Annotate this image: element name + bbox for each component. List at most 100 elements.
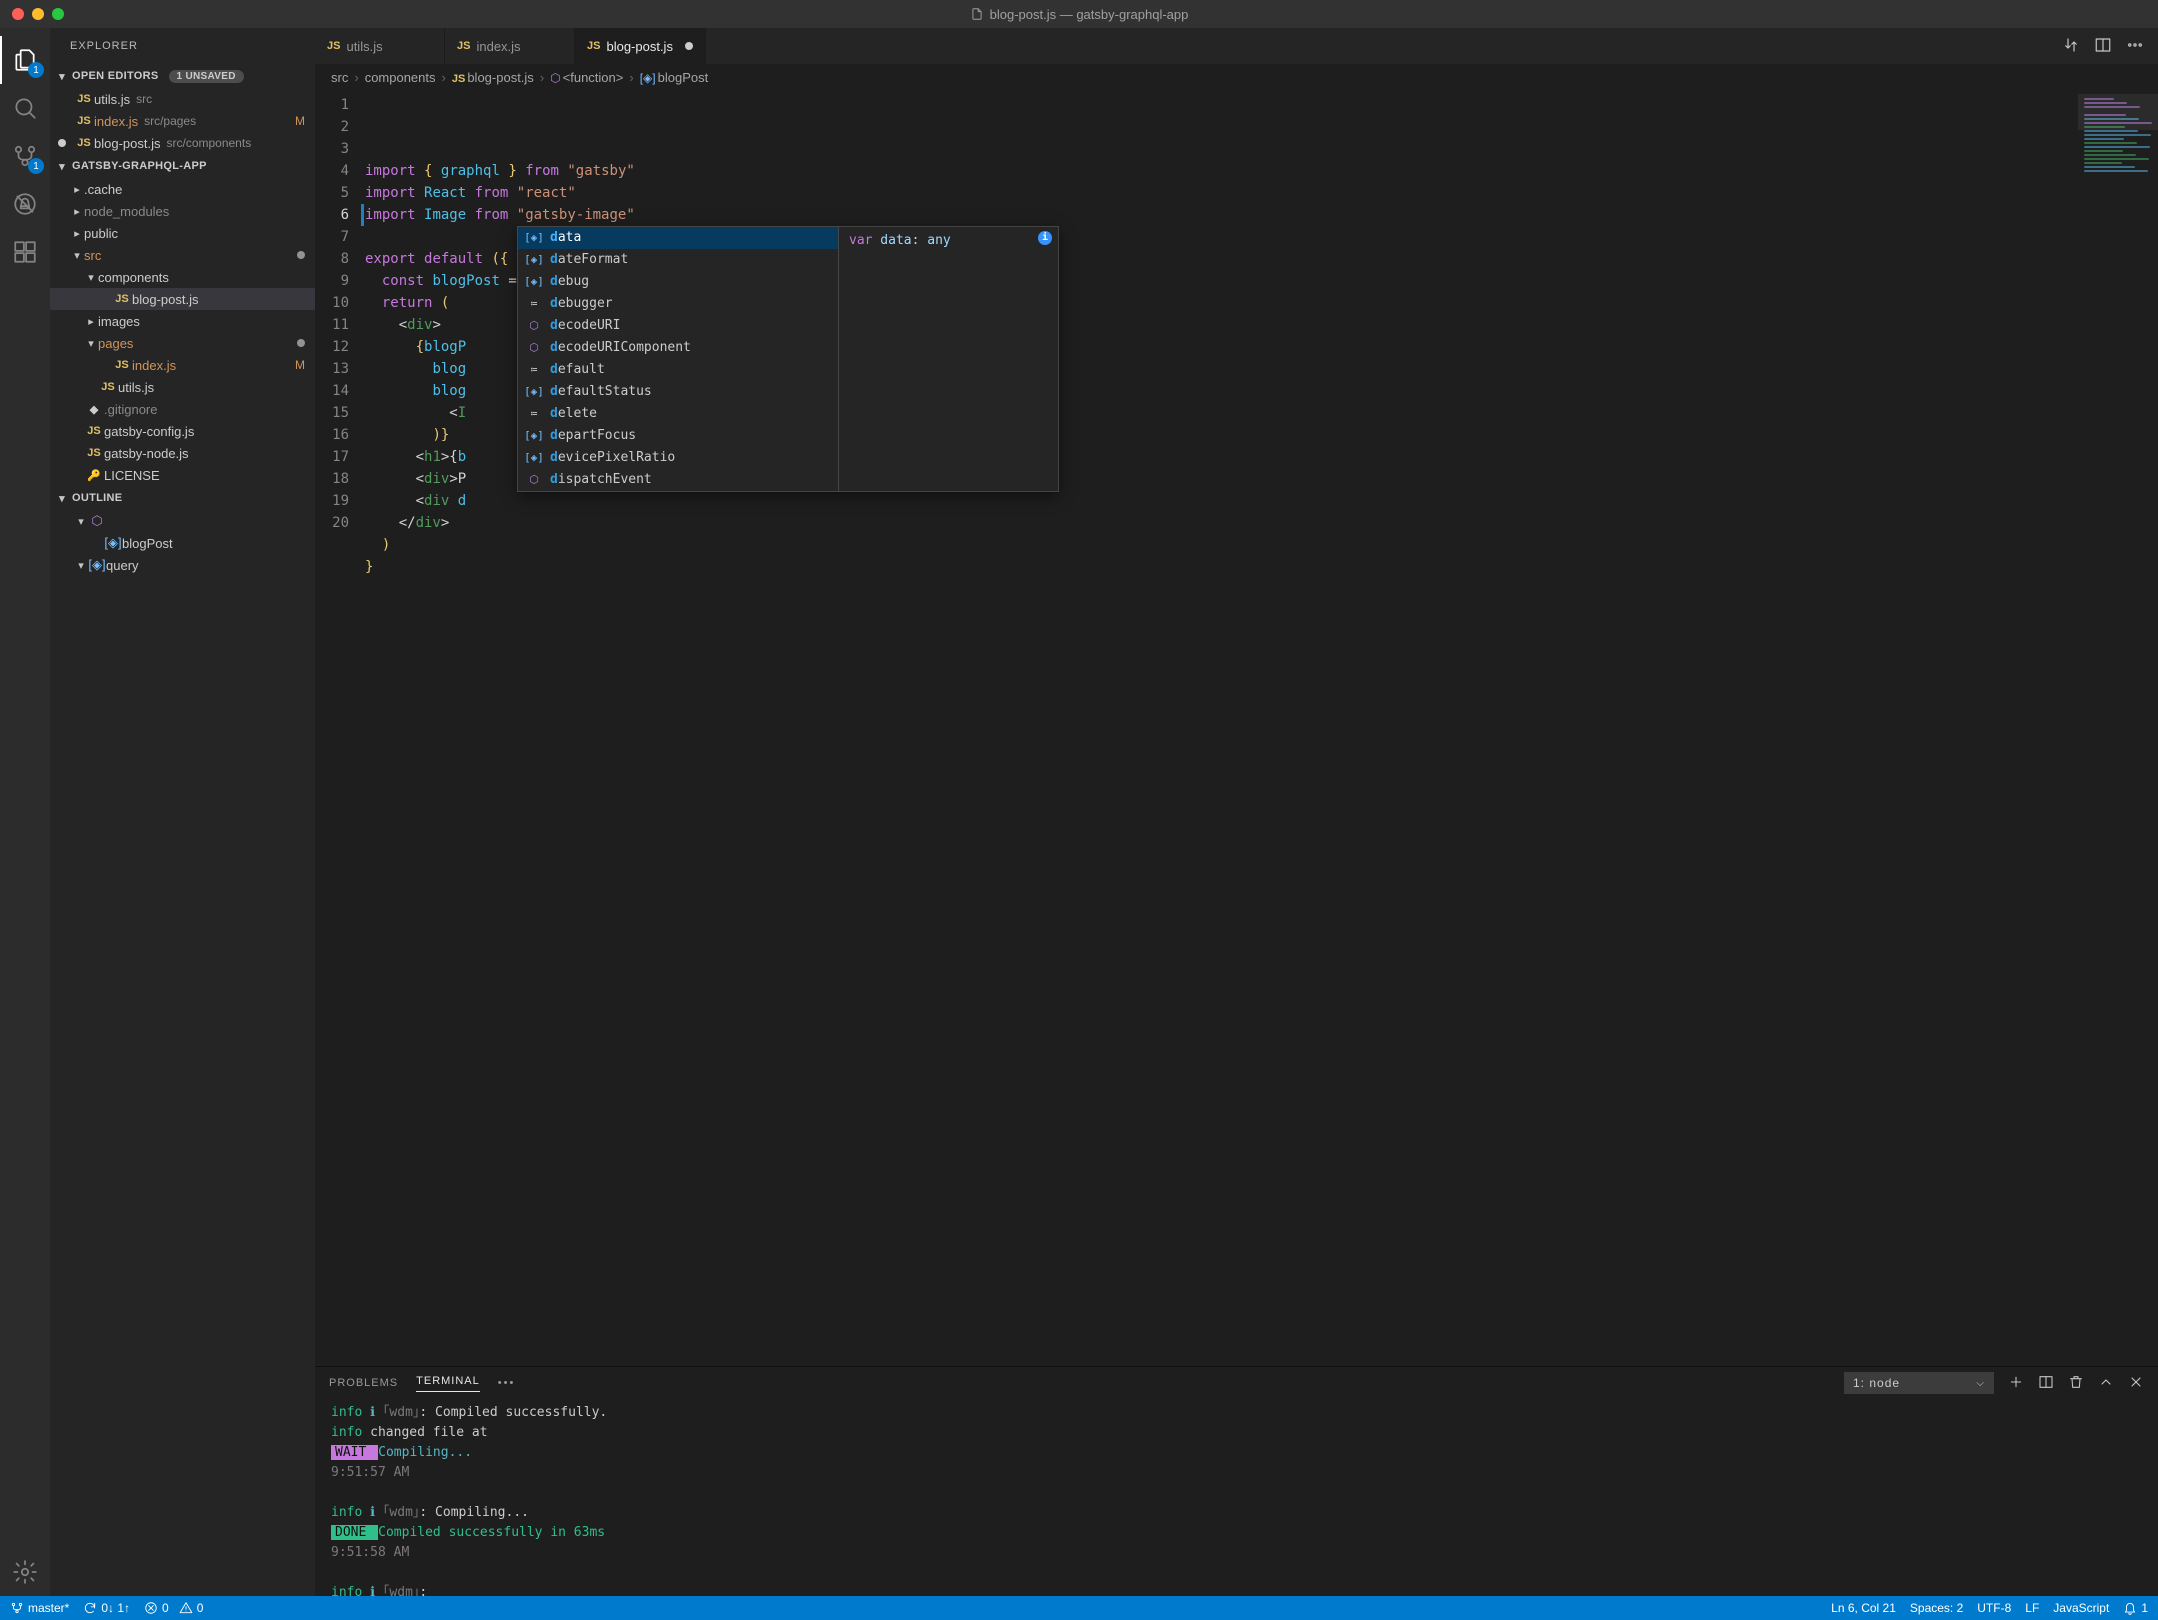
suggest-item[interactable]: ⬡dispatchEvent (518, 469, 838, 491)
workspace-header[interactable]: ▾ GATSBY-GRAPHQL-APP (50, 154, 315, 178)
outline-header[interactable]: ▾ OUTLINE (50, 486, 315, 510)
split-terminal-button[interactable] (2038, 1374, 2054, 1393)
suggest-item[interactable]: [◈]departFocus (518, 425, 838, 447)
outline-item[interactable]: ▾[◈]query (50, 554, 315, 576)
code-line[interactable]: import { graphql } from "gatsby" (365, 160, 2078, 182)
status-feedback[interactable]: 1 (2123, 1601, 2148, 1615)
window-close-button[interactable] (12, 8, 24, 20)
panel-tab-problems[interactable]: PROBLEMS (329, 1377, 398, 1389)
outline-item[interactable]: [◈]blogPost (50, 532, 315, 554)
editor-tab[interactable]: JSblog-post.js (575, 28, 706, 64)
suggest-item[interactable]: ≔delete (518, 403, 838, 425)
status-cursor[interactable]: Ln 6, Col 21 (1831, 1601, 1896, 1615)
file-item[interactable]: JSblog-post.js (50, 288, 315, 310)
line-number[interactable]: 8 (315, 248, 349, 270)
line-number[interactable]: 16 (315, 424, 349, 446)
suggest-item[interactable]: [◈]defaultStatus (518, 381, 838, 403)
file-item[interactable]: 🔑LICENSE (50, 464, 315, 486)
line-number[interactable]: 17 (315, 446, 349, 468)
status-language[interactable]: JavaScript (2053, 1601, 2109, 1615)
panel-tab-overflow[interactable]: ••• (498, 1377, 516, 1389)
line-number[interactable]: 11 (315, 314, 349, 336)
folder-item[interactable]: ▾src (50, 244, 315, 266)
code-line[interactable]: import React from "react" (365, 182, 2078, 204)
line-number[interactable]: 5 (315, 182, 349, 204)
compare-changes-button[interactable] (2062, 36, 2080, 57)
suggest-widget[interactable]: [◈]data[◈]dateFormat[◈]debug≔debugger⬡de… (517, 226, 1059, 492)
code-line[interactable]: </div> (365, 512, 2078, 534)
activity-search[interactable] (0, 84, 50, 132)
code-content[interactable]: import { graphql } from "gatsby"import R… (361, 90, 2078, 1366)
close-panel-button[interactable] (2128, 1374, 2144, 1393)
line-number[interactable]: 7 (315, 226, 349, 248)
folder-item[interactable]: ▸images (50, 310, 315, 332)
line-number[interactable]: 20 (315, 512, 349, 534)
status-encoding[interactable]: UTF-8 (1977, 1601, 2011, 1615)
split-editor-button[interactable] (2094, 36, 2112, 57)
code-line[interactable]: <div d (365, 490, 2078, 512)
line-number[interactable]: 15 (315, 402, 349, 424)
suggest-item[interactable]: [◈]devicePixelRatio (518, 447, 838, 469)
line-number[interactable]: 2 (315, 116, 349, 138)
activity-explorer[interactable]: 1 (0, 36, 50, 84)
breadcrumb-segment[interactable]: components (365, 70, 436, 85)
folder-item[interactable]: ▾pages (50, 332, 315, 354)
file-item[interactable]: JSgatsby-config.js (50, 420, 315, 442)
panel-tab-terminal[interactable]: TERMINAL (416, 1375, 480, 1392)
suggest-item[interactable]: ⬡decodeURI (518, 315, 838, 337)
terminal-output[interactable]: info ℹ ｢wdm｣: Compiled successfully.info… (315, 1399, 2158, 1596)
line-number[interactable]: 12 (315, 336, 349, 358)
maximize-panel-button[interactable] (2098, 1374, 2114, 1393)
status-problems[interactable]: 0 0 (144, 1601, 203, 1615)
suggest-item[interactable]: [◈]dateFormat (518, 249, 838, 271)
suggest-item[interactable]: ≔default (518, 359, 838, 381)
status-sync[interactable]: 0↓ 1↑ (83, 1601, 130, 1615)
kill-terminal-button[interactable] (2068, 1374, 2084, 1393)
folder-item[interactable]: ▾components (50, 266, 315, 288)
line-number[interactable]: 1 (315, 94, 349, 116)
editor-tab[interactable]: JSindex.js (445, 28, 575, 64)
activity-extensions[interactable] (0, 228, 50, 276)
breadcrumb-segment[interactable]: src (331, 70, 348, 85)
line-number[interactable]: 19 (315, 490, 349, 512)
terminal-selector[interactable]: 1: node ⌵ (1844, 1372, 1994, 1394)
suggest-item[interactable]: ⬡decodeURIComponent (518, 337, 838, 359)
open-editor-item[interactable]: JSindex.jssrc/pagesM (50, 110, 315, 132)
breadcrumb-segment[interactable]: ⬡<function> (550, 70, 623, 85)
file-item[interactable]: JSutils.js (50, 376, 315, 398)
new-terminal-button[interactable] (2008, 1374, 2024, 1393)
line-number[interactable]: 4 (315, 160, 349, 182)
code-editor[interactable]: 1234567891011121314151617181920 import {… (315, 90, 2158, 1366)
code-line[interactable]: import Image from "gatsby-image" (365, 204, 2078, 226)
line-number[interactable]: 10 (315, 292, 349, 314)
line-number[interactable]: 6 (315, 204, 349, 226)
line-number[interactable]: 13 (315, 358, 349, 380)
code-line[interactable]: } (365, 556, 2078, 578)
breadcrumb-segment[interactable]: [◈]blogPost (640, 70, 709, 85)
open-editor-item[interactable]: JSblog-post.jssrc/components (50, 132, 315, 154)
window-minimize-button[interactable] (32, 8, 44, 20)
activity-source-control[interactable]: 1 (0, 132, 50, 180)
suggest-item[interactable]: [◈]data (518, 227, 838, 249)
minimap-viewport[interactable] (2078, 94, 2158, 130)
status-indent[interactable]: Spaces: 2 (1910, 1601, 1963, 1615)
open-editors-header[interactable]: ▾ OPEN EDITORS 1 UNSAVED (50, 64, 315, 88)
editor-tab[interactable]: JSutils.js (315, 28, 445, 64)
status-branch[interactable]: master* (10, 1601, 69, 1615)
folder-item[interactable]: ▸node_modules (50, 200, 315, 222)
outline-item[interactable]: ▾⬡ (50, 510, 315, 532)
more-actions-button[interactable] (2126, 36, 2144, 57)
activity-debug[interactable] (0, 180, 50, 228)
minimap[interactable] (2078, 90, 2158, 1366)
suggest-item[interactable]: [◈]debug (518, 271, 838, 293)
window-zoom-button[interactable] (52, 8, 64, 20)
folder-item[interactable]: ▸public (50, 222, 315, 244)
breadcrumb[interactable]: src › components › JSblog-post.js › ⬡<fu… (315, 64, 2158, 90)
file-item[interactable]: ◆.gitignore (50, 398, 315, 420)
info-icon[interactable]: i (1038, 231, 1052, 245)
line-number[interactable]: 3 (315, 138, 349, 160)
code-line[interactable]: ) (365, 534, 2078, 556)
open-editor-item[interactable]: JSutils.jssrc (50, 88, 315, 110)
activity-settings[interactable] (0, 1548, 50, 1596)
file-item[interactable]: JSgatsby-node.js (50, 442, 315, 464)
